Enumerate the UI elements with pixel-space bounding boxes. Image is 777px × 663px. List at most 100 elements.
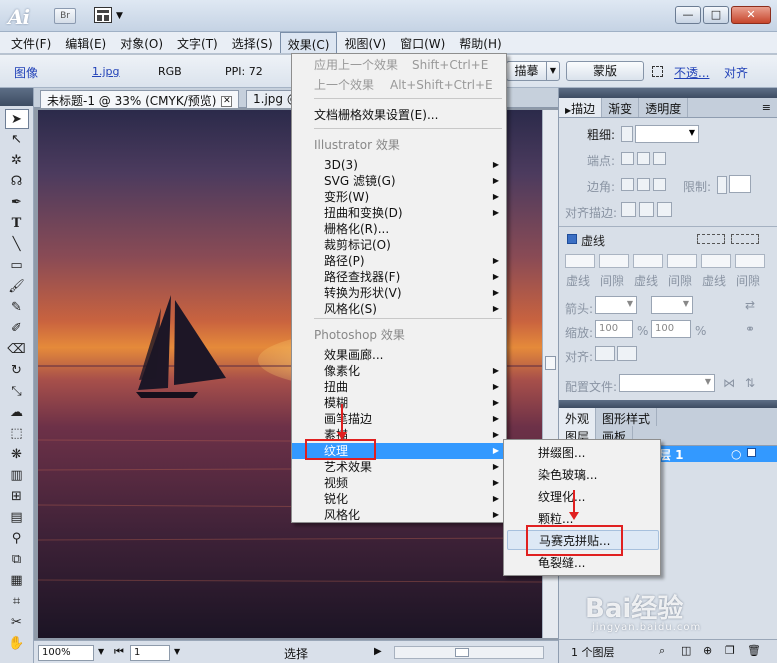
menu-item[interactable]: 扭曲和变换(D) ▶ bbox=[292, 205, 506, 221]
linked-file-link[interactable]: 1.jpg bbox=[92, 65, 120, 78]
pencil-tool-icon[interactable]: ✎ bbox=[5, 298, 29, 318]
link-icon[interactable]: ⚭ bbox=[745, 322, 755, 336]
blob-brush-tool-icon[interactable]: ✐ bbox=[5, 319, 29, 339]
crop-icon[interactable] bbox=[652, 66, 663, 77]
horizontal-scrollbar[interactable] bbox=[394, 646, 544, 659]
rectangle-tool-icon[interactable]: ▭ bbox=[5, 256, 29, 276]
hand-tool-icon[interactable]: ✋ bbox=[5, 634, 29, 654]
panel-grip[interactable] bbox=[559, 88, 777, 98]
live-paint-tool-icon[interactable]: ▦ bbox=[5, 571, 29, 591]
artboard-tool-icon[interactable]: ⌗ bbox=[5, 592, 29, 612]
menu-item[interactable]: SVG 滤镜(G) ▶ bbox=[292, 173, 506, 189]
menu-item[interactable]: 路径查找器(F) ▶ bbox=[292, 269, 506, 285]
menu-item[interactable]: 像素化 ▶ bbox=[292, 363, 506, 379]
align-link[interactable]: 对齐 bbox=[724, 64, 748, 81]
close-button[interactable]: ✕ bbox=[731, 6, 771, 24]
free-transform-tool-icon[interactable]: ⬚ bbox=[5, 424, 29, 444]
profile-dropdown[interactable]: ▼ bbox=[619, 374, 715, 392]
arrange-documents-button[interactable]: ▼ bbox=[94, 7, 126, 24]
projecting-cap-icon[interactable] bbox=[653, 152, 666, 165]
gap-field-1[interactable] bbox=[599, 254, 629, 268]
menu-item[interactable]: 变形(W) ▶ bbox=[292, 189, 506, 205]
tab-appearance[interactable]: 外观 bbox=[559, 408, 597, 427]
menu-item-raster-settings[interactable]: 文档栅格效果设置(E)... bbox=[292, 107, 506, 123]
menu-object[interactable]: 对象(O) bbox=[113, 32, 170, 53]
align-outside-icon[interactable] bbox=[657, 202, 672, 217]
start-scale-field[interactable]: 100 bbox=[595, 320, 633, 338]
blend-tool-icon[interactable]: ⧉ bbox=[5, 550, 29, 570]
magic-wand-tool-icon[interactable]: ✲ bbox=[5, 151, 29, 171]
menu-help[interactable]: 帮助(H) bbox=[452, 32, 508, 53]
pen-tool-icon[interactable]: ✒ bbox=[5, 193, 29, 213]
locate-object-icon[interactable]: ⌕ bbox=[659, 644, 665, 658]
menu-item[interactable]: 3D(3) ▶ bbox=[292, 157, 506, 173]
trace-preset-dropdown[interactable]: ▼ bbox=[546, 61, 560, 81]
maximize-button[interactable]: □ bbox=[703, 6, 729, 24]
delete-icon[interactable]: 🗑 bbox=[747, 644, 761, 657]
submenu-item-texturizer[interactable]: 纹理化... bbox=[504, 487, 660, 507]
artboard-field[interactable]: 1 bbox=[130, 645, 170, 661]
scrollbar-thumb[interactable] bbox=[455, 648, 469, 657]
menu-item[interactable]: 艺术效果 ▶ bbox=[292, 459, 506, 475]
chevron-down-icon[interactable]: ▼ bbox=[174, 647, 180, 656]
menu-item[interactable]: 模糊 ▶ bbox=[292, 395, 506, 411]
menu-item[interactable]: 锐化 ▶ bbox=[292, 491, 506, 507]
eyedropper-tool-icon[interactable]: ⚲ bbox=[5, 529, 29, 549]
scale-tool-icon[interactable]: ⤡ bbox=[5, 382, 29, 402]
direct-selection-tool-icon[interactable]: ↖ bbox=[5, 130, 29, 150]
tab-stroke[interactable]: ▶描边 bbox=[559, 98, 603, 117]
gap-field-3[interactable] bbox=[735, 254, 765, 268]
round-join-icon[interactable] bbox=[637, 178, 650, 191]
lasso-tool-icon[interactable]: ☊ bbox=[5, 172, 29, 192]
align-dash-icon[interactable] bbox=[731, 234, 759, 244]
dash-field-2[interactable] bbox=[633, 254, 663, 268]
panel-grip[interactable] bbox=[559, 400, 777, 408]
symbol-sprayer-tool-icon[interactable]: ❋ bbox=[5, 445, 29, 465]
gap-field-2[interactable] bbox=[667, 254, 697, 268]
new-sublayer-icon[interactable]: ⊕ bbox=[703, 644, 712, 657]
limit-stepper[interactable] bbox=[717, 176, 727, 194]
dash-field-1[interactable] bbox=[565, 254, 595, 268]
menu-item[interactable]: 画笔描边 ▶ bbox=[292, 411, 506, 427]
tab-gradient[interactable]: 渐变 bbox=[602, 98, 640, 117]
zoom-field[interactable]: 100% bbox=[38, 645, 94, 661]
weight-dropdown[interactable]: ▼ bbox=[635, 125, 699, 143]
paintbrush-tool-icon[interactable]: 🖌 bbox=[5, 277, 29, 297]
close-icon[interactable]: ✕ bbox=[221, 96, 233, 107]
submenu-item-patchwork[interactable]: 拼缀图... bbox=[504, 443, 660, 463]
menu-item[interactable]: 转换为形状(V) ▶ bbox=[292, 285, 506, 301]
end-scale-field[interactable]: 100 bbox=[651, 320, 691, 338]
clipping-mask-icon[interactable]: ◫ bbox=[681, 644, 691, 657]
target-icon[interactable]: ○ bbox=[731, 447, 741, 461]
tab-untitled[interactable]: 未标题-1 @ 33% (CMYK/预览) ✕ bbox=[40, 90, 240, 108]
arrow-align-tip-icon[interactable] bbox=[595, 346, 615, 361]
column-graph-tool-icon[interactable]: ▥ bbox=[5, 466, 29, 486]
rotate-tool-icon[interactable]: ↻ bbox=[5, 361, 29, 381]
swap-arrowheads-icon[interactable]: ⇄ bbox=[745, 298, 755, 312]
menu-item[interactable]: 风格化(S) ▶ bbox=[292, 301, 506, 317]
preserve-dash-icon[interactable] bbox=[697, 234, 725, 244]
dash-field-3[interactable] bbox=[701, 254, 731, 268]
submenu-item-stained-glass[interactable]: 染色玻璃... bbox=[504, 465, 660, 485]
flip-across-icon[interactable]: ⋈ bbox=[723, 376, 735, 390]
flip-along-icon[interactable]: ⇅ bbox=[745, 376, 755, 390]
round-cap-icon[interactable] bbox=[637, 152, 650, 165]
opacity-link[interactable]: 不透... bbox=[674, 64, 709, 81]
mask-button[interactable]: 蒙版 bbox=[566, 61, 644, 81]
menu-effect[interactable]: 效果(C) bbox=[279, 32, 338, 53]
object-type-label[interactable]: 图像 bbox=[14, 64, 38, 81]
menu-item[interactable]: 效果画廊... bbox=[292, 347, 506, 363]
dashed-line-checkbox[interactable] bbox=[567, 234, 577, 244]
menu-item[interactable]: 裁剪标记(O) bbox=[292, 237, 506, 253]
menu-item[interactable]: 路径(P) ▶ bbox=[292, 253, 506, 269]
menu-select[interactable]: 选择(S) bbox=[225, 32, 280, 53]
panel-grip[interactable] bbox=[0, 88, 33, 106]
menu-item[interactable]: 视频 ▶ bbox=[292, 475, 506, 491]
weight-stepper[interactable] bbox=[621, 126, 633, 142]
bevel-join-icon[interactable] bbox=[653, 178, 666, 191]
tab-transparency[interactable]: 透明度 bbox=[639, 98, 689, 117]
miter-join-icon[interactable] bbox=[621, 178, 634, 191]
image-trace-button[interactable]: 描摹 bbox=[506, 61, 546, 81]
selection-tool-icon[interactable]: ➤ bbox=[4, 109, 29, 129]
end-arrowhead-dropdown[interactable]: ▼ bbox=[651, 296, 693, 314]
